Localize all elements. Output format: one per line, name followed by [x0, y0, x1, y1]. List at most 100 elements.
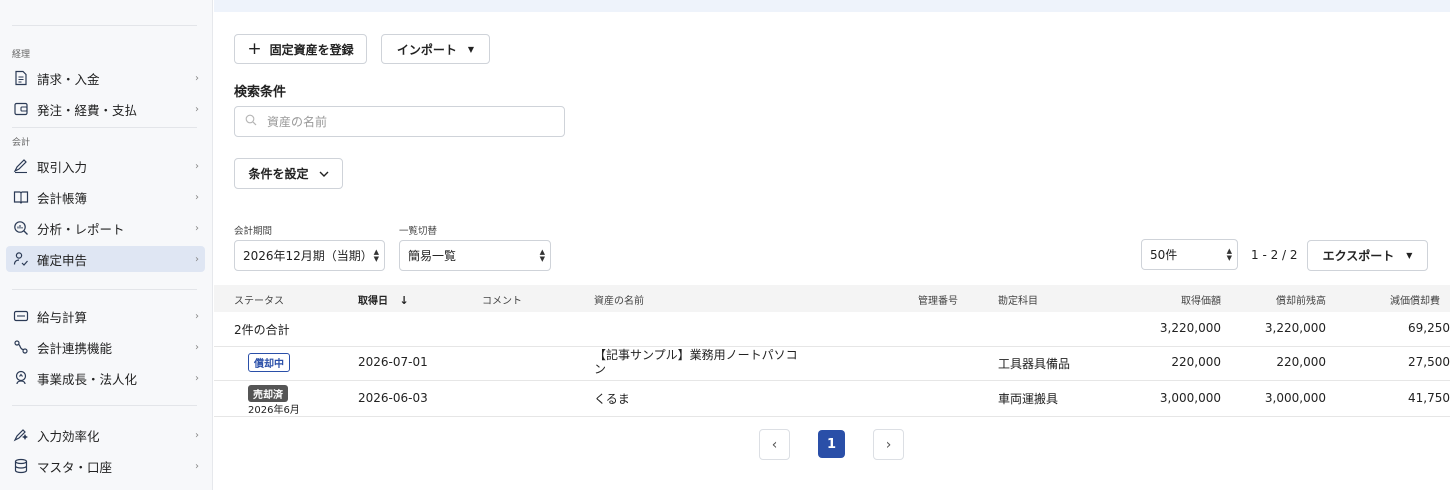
- asset-name-line: ン: [594, 362, 607, 376]
- select-arrows-icon: ▲ ▼: [1226, 247, 1232, 262]
- header-cost: 取得価額: [1181, 296, 1221, 307]
- asset-name[interactable]: くるま: [594, 390, 630, 407]
- sidebar-section-ledger: 会計: [12, 138, 31, 148]
- total-balance: 3,220,000: [1264, 321, 1326, 335]
- link-icon: [12, 338, 30, 356]
- plus-icon: +: [247, 39, 262, 59]
- caret-down-icon: ▼: [1406, 251, 1413, 260]
- sidebar-item-label: 給与計算: [37, 309, 88, 325]
- period-select[interactable]: 2026年12月期（当期） ▲ ▼: [234, 240, 385, 271]
- table-row[interactable]: 償却中 2026-07-01 【記事サンプル】業務用ノートパソコ ン 工具器具備…: [214, 347, 1450, 381]
- header-acquired-label: 取得日: [358, 296, 388, 307]
- acquired-date: 2026-06-03: [358, 391, 428, 405]
- sidebar-item-orders[interactable]: 発注・経費・支払 ›: [6, 96, 205, 122]
- view-value: 簡易一覧: [408, 249, 457, 263]
- chevron-right-icon: ›: [195, 103, 199, 115]
- sidebar-item-label: 請求・入金: [37, 71, 100, 87]
- register-asset-label: 固定資産を登録: [269, 42, 354, 57]
- period-value: 2026年12月期（当期）: [243, 249, 373, 263]
- period-label: 会計期間: [234, 226, 273, 237]
- table-row[interactable]: 売却済 2026年6月 2026-06-03 くるま 車両運搬具 3,000,0…: [214, 381, 1450, 417]
- invoice-icon: [12, 69, 30, 87]
- sidebar-item-label: 会計連携機能: [37, 340, 113, 356]
- asset-name[interactable]: 【記事サンプル】業務用ノートパソコ ン: [594, 348, 798, 376]
- chevron-right-icon: ›: [195, 191, 199, 203]
- header-mgmt-number: 管理番号: [918, 296, 958, 307]
- sidebar-item-label: 発注・経費・支払: [37, 102, 138, 118]
- sidebar-divider: [12, 405, 197, 406]
- search-conditions-heading: 検索条件: [234, 85, 287, 100]
- sidebar-item-growth[interactable]: 事業成長・法人化 ›: [6, 365, 205, 391]
- search-box: [234, 106, 565, 137]
- view-select[interactable]: 簡易一覧 ▲ ▼: [399, 240, 551, 271]
- prev-page-button[interactable]: ‹: [759, 429, 790, 460]
- sidebar-item-integrations[interactable]: 会計連携機能 ›: [6, 334, 205, 360]
- acquired-date: 2026-07-01: [358, 355, 428, 369]
- growth-icon: [12, 369, 30, 387]
- set-conditions-button[interactable]: 条件を設定: [234, 158, 343, 189]
- sidebar-item-invoice[interactable]: 請求・入金 ›: [6, 65, 205, 91]
- status-sub-date: 2026年6月: [248, 405, 300, 416]
- table-header: ステータス 取得日 ↓ コメント 資産の名前 管理番号 勘定科目 取得価額 償却…: [214, 285, 1450, 312]
- page-number-current[interactable]: 1: [818, 430, 845, 458]
- chevron-down-icon: [319, 167, 329, 181]
- chevron-right-icon: ›: [195, 460, 199, 472]
- person-check-icon: [12, 250, 30, 268]
- header-acquired-date[interactable]: 取得日 ↓: [358, 292, 409, 307]
- magnifier-chart-icon: [12, 219, 30, 237]
- next-page-button[interactable]: ›: [873, 429, 904, 460]
- import-button[interactable]: インポート ▼: [381, 34, 490, 64]
- sidebar-item-label: 取引入力: [37, 159, 88, 175]
- app-root: 経理 請求・入金 › 発注・経費・支払 › 会計 取引入力 › 会計帳簿 › 分…: [0, 0, 1450, 490]
- sidebar: 経理 請求・入金 › 発注・経費・支払 › 会計 取引入力 › 会計帳簿 › 分…: [0, 0, 213, 490]
- wallet-icon: [12, 100, 30, 118]
- table-total-row: 2件の合計 3,220,000 3,220,000 69,250: [214, 312, 1450, 347]
- chevron-right-icon: ›: [885, 436, 892, 453]
- chevron-right-icon: ›: [195, 222, 199, 234]
- set-conditions-label: 条件を設定: [248, 167, 309, 181]
- sidebar-item-books[interactable]: 会計帳簿 ›: [6, 184, 205, 210]
- pen-spark-icon: [12, 426, 30, 444]
- sidebar-divider: [12, 127, 197, 128]
- export-button[interactable]: エクスポート ▼: [1307, 240, 1428, 271]
- sidebar-item-label: 会計帳簿: [37, 190, 88, 206]
- cost-value: 220,000: [1171, 355, 1221, 369]
- chevron-right-icon: ›: [195, 72, 199, 84]
- chevron-right-icon: ›: [195, 253, 199, 265]
- select-arrows-icon: ▲ ▼: [373, 248, 379, 263]
- sidebar-item-label: 入力効率化: [37, 428, 100, 444]
- chevron-right-icon: ›: [195, 341, 199, 353]
- card-icon: [12, 307, 30, 325]
- chevron-right-icon: ›: [195, 160, 199, 172]
- search-input[interactable]: [267, 114, 547, 129]
- sidebar-item-tax-return[interactable]: 確定申告 ›: [6, 246, 205, 272]
- sidebar-item-transactions[interactable]: 取引入力 ›: [6, 153, 205, 179]
- search-icon: [245, 114, 257, 129]
- sidebar-divider: [12, 25, 197, 26]
- sidebar-item-reports[interactable]: 分析・レポート ›: [6, 215, 205, 241]
- header-comment: コメント: [482, 296, 522, 307]
- sidebar-item-master[interactable]: マスタ・口座 ›: [6, 453, 205, 479]
- status-badge: 償却中: [248, 353, 290, 372]
- chevron-left-icon: ‹: [771, 436, 778, 453]
- register-asset-button[interactable]: + 固定資産を登録: [234, 34, 367, 64]
- total-depreciation: 69,250: [1408, 321, 1450, 335]
- sidebar-item-payroll[interactable]: 給与計算 ›: [6, 303, 205, 329]
- sidebar-item-input-efficiency[interactable]: 入力効率化 ›: [6, 422, 205, 448]
- result-range: 1 - 2 / 2: [1251, 248, 1298, 262]
- chevron-right-icon: ›: [195, 310, 199, 322]
- total-cost: 3,220,000: [1159, 321, 1221, 335]
- chevron-right-icon: ›: [195, 372, 199, 384]
- header-depreciation: 減価償却費: [1390, 296, 1440, 307]
- view-label: 一覧切替: [399, 226, 438, 237]
- account-name: 工具器具備品: [998, 357, 1071, 371]
- header-balance: 償却前残高: [1276, 296, 1326, 307]
- database-icon: [12, 457, 30, 475]
- per-page-select[interactable]: 50件 ▲ ▼: [1141, 239, 1238, 270]
- balance-value: 3,000,000: [1264, 391, 1326, 405]
- account-name: 車両運搬具: [998, 392, 1059, 406]
- depreciation-value: 27,500: [1408, 355, 1450, 369]
- asset-name-line: 【記事サンプル】業務用ノートパソコ: [594, 348, 798, 362]
- select-arrows-icon: ▲ ▼: [539, 248, 545, 263]
- depreciation-value: 41,750: [1408, 391, 1450, 405]
